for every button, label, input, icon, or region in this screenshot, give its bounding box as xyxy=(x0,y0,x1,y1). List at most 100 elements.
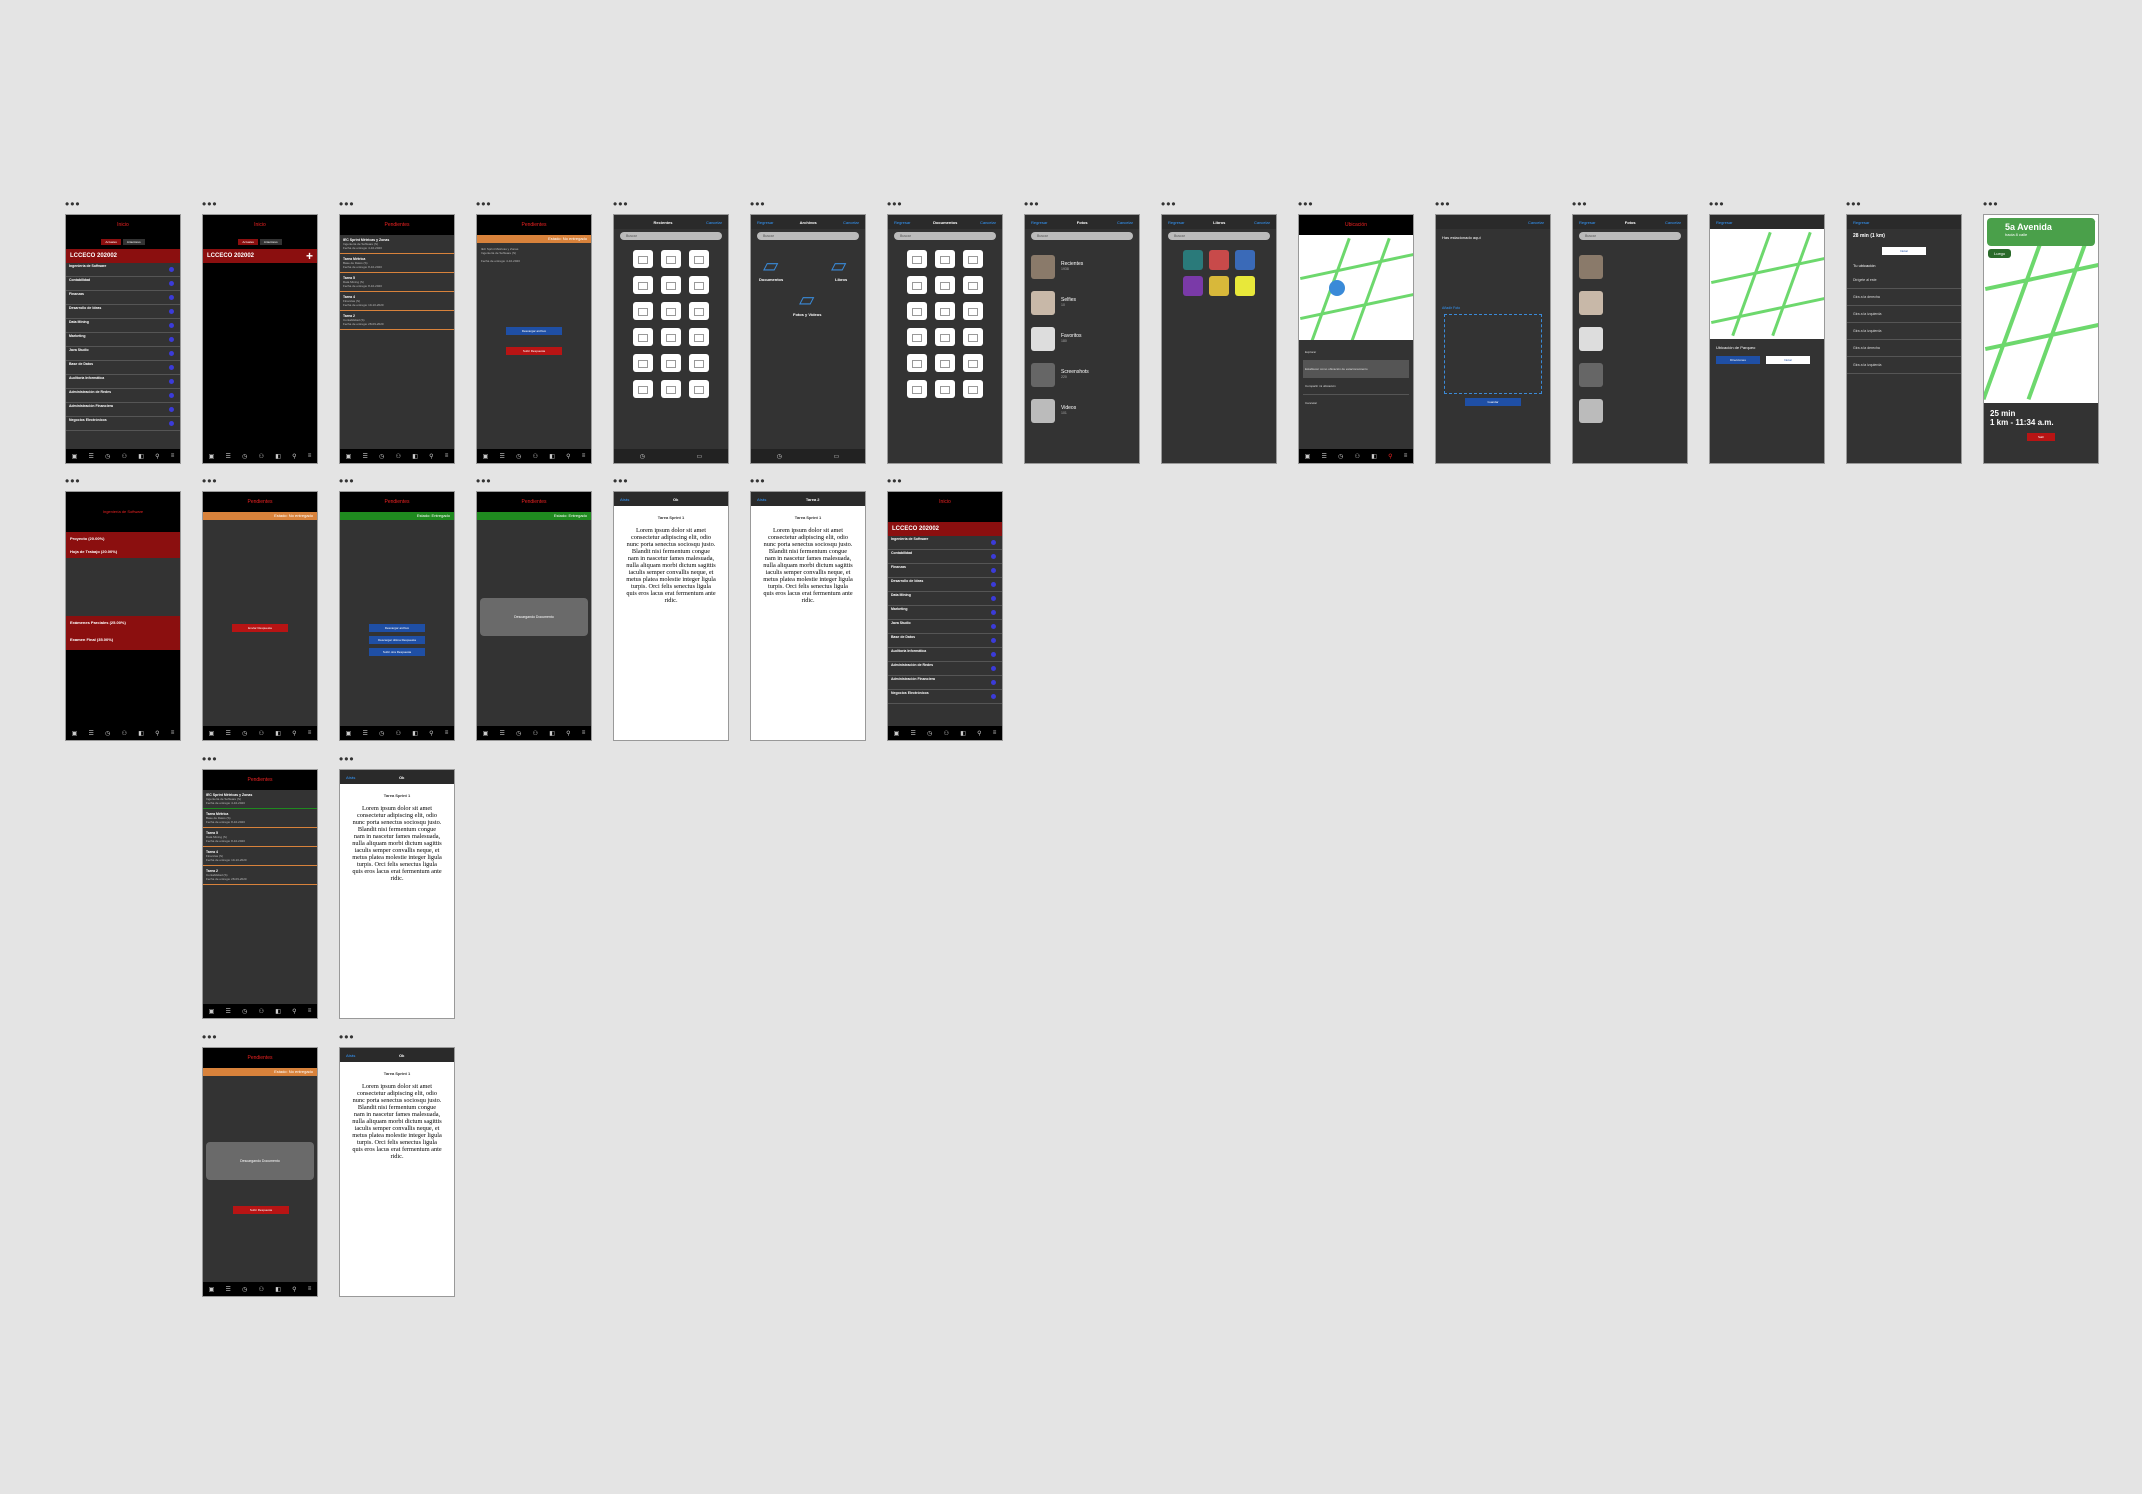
people-icon[interactable]: ⚇ xyxy=(259,730,264,737)
map-pin-icon[interactable]: ⚲ xyxy=(429,453,433,460)
file-item[interactable] xyxy=(935,380,955,398)
list-item[interactable]: Administración de Redes xyxy=(66,389,180,403)
back-button[interactable]: Regresar xyxy=(1853,220,1869,225)
search-input[interactable]: Buscar xyxy=(1031,232,1133,240)
book-cover[interactable] xyxy=(1183,276,1203,296)
map[interactable] xyxy=(1710,229,1824,339)
send-button[interactable]: Enviar Respuesta xyxy=(232,624,288,632)
exit-button[interactable]: Salir xyxy=(2027,433,2055,441)
cancel-button[interactable]: Cancelar xyxy=(1254,220,1270,225)
recent-icon[interactable]: ◷ xyxy=(777,453,782,460)
file-item[interactable] xyxy=(633,328,653,346)
clock-icon[interactable]: ◷ xyxy=(927,730,932,737)
book-icon[interactable]: ◧ xyxy=(549,453,555,460)
clock-icon[interactable]: ◷ xyxy=(379,453,384,460)
list-item[interactable]: Administración Financiera xyxy=(66,403,180,417)
book-icon[interactable]: ◧ xyxy=(138,730,144,737)
file-item[interactable] xyxy=(935,328,955,346)
album-thumb[interactable] xyxy=(1579,327,1603,351)
task-card[interactable]: Tarea 2 Contabilidad (S) Fecha de entrega:… xyxy=(340,311,454,330)
album-selfies[interactable]: Selfies 10 xyxy=(1061,297,1076,307)
list-item[interactable]: Marketing xyxy=(888,606,1002,620)
home-icon[interactable]: ▣ xyxy=(209,453,215,460)
tab-actuales[interactable]: Actuales xyxy=(238,239,258,245)
clock-icon[interactable]: ◷ xyxy=(516,453,521,460)
clock-icon[interactable]: ◷ xyxy=(105,730,110,737)
list-icon[interactable]: ☰ xyxy=(226,453,231,460)
list-item[interactable]: Contabilidad xyxy=(66,277,180,291)
album-thumb[interactable] xyxy=(1579,291,1603,315)
photo-dropzone[interactable] xyxy=(1444,314,1542,394)
folder-icon[interactable]: ▱ xyxy=(763,253,778,278)
clock-icon[interactable]: ◷ xyxy=(242,730,247,737)
clock-icon[interactable]: ◷ xyxy=(242,453,247,460)
search-input[interactable]: Buscar xyxy=(1168,232,1270,240)
folder-libros[interactable]: Libros xyxy=(835,277,847,282)
back-button[interactable]: Atrás xyxy=(346,1053,355,1058)
chevron-icon[interactable] xyxy=(991,554,996,559)
list-item[interactable]: Administración Financiera xyxy=(888,676,1002,690)
people-icon[interactable]: ⚇ xyxy=(122,453,127,460)
upload-button[interactable]: Subir Respuesta xyxy=(506,347,562,355)
task-card[interactable]: Tarea 4 Finanzas (S) Fecha de entrega: 19-… xyxy=(203,847,317,866)
cancel-button[interactable]: Cancelar xyxy=(706,220,722,225)
list-icon[interactable]: ☰ xyxy=(500,730,505,737)
back-button[interactable]: Regresar xyxy=(1168,220,1184,225)
back-button[interactable]: Atrás xyxy=(757,497,766,502)
recent-icon[interactable]: ◷ xyxy=(640,453,645,460)
chevron-icon[interactable] xyxy=(169,295,174,300)
book-icon[interactable]: ◧ xyxy=(412,730,418,737)
map-pin-icon[interactable]: ⚲ xyxy=(292,1286,296,1293)
book-icon[interactable]: ◧ xyxy=(275,453,281,460)
book-cover[interactable] xyxy=(1209,250,1229,270)
task-card[interactable]: Tarea 4 Finanzas (S) Fecha de entrega: 19-… xyxy=(340,292,454,311)
file-item[interactable] xyxy=(689,276,709,294)
tab-anteriores[interactable]: Anteriores xyxy=(259,239,282,245)
map-pin-icon[interactable]: ⚲ xyxy=(1388,453,1392,460)
list-icon[interactable]: ☰ xyxy=(226,730,231,737)
album-screenshots[interactable]: Screenshots 220 xyxy=(1061,369,1089,379)
list-item[interactable]: Java Studio xyxy=(888,620,1002,634)
file-item[interactable] xyxy=(963,250,983,268)
save-button[interactable]: Guardar xyxy=(1465,398,1521,406)
home-icon[interactable]: ▣ xyxy=(894,730,900,737)
album-thumb[interactable] xyxy=(1031,327,1055,351)
file-item[interactable] xyxy=(633,250,653,268)
file-item[interactable] xyxy=(963,302,983,320)
upload-other-button[interactable]: Subir otra Respuesta xyxy=(369,648,425,656)
menu-explorar[interactable]: Explorar xyxy=(1303,344,1409,361)
people-icon[interactable]: ⚇ xyxy=(259,1286,264,1293)
course-header[interactable]: LCCECO 202002 + xyxy=(203,249,317,263)
home-icon[interactable]: ▣ xyxy=(483,730,489,737)
clock-icon[interactable]: ◷ xyxy=(242,1008,247,1015)
file-item[interactable] xyxy=(661,380,681,398)
list-item[interactable]: Contabilidad xyxy=(888,550,1002,564)
task-card[interactable]: Tarea Métrica Base de Datos (S) Fecha de e… xyxy=(340,254,454,273)
book-icon[interactable]: ◧ xyxy=(1371,453,1377,460)
upload-button[interactable]: Subir Respuesta xyxy=(233,1206,289,1214)
book-cover[interactable] xyxy=(1235,276,1255,296)
list-icon[interactable]: ☰ xyxy=(911,730,916,737)
tab-anteriores[interactable]: Anteriores xyxy=(122,239,145,245)
chevron-icon[interactable] xyxy=(169,281,174,286)
chevron-icon[interactable] xyxy=(169,323,174,328)
menu-compartir[interactable]: Compartir mi ubicación xyxy=(1303,378,1409,395)
home-icon[interactable]: ▣ xyxy=(209,730,215,737)
back-button[interactable]: Regresar xyxy=(1031,220,1047,225)
book-icon[interactable]: ◧ xyxy=(138,453,144,460)
file-item[interactable] xyxy=(689,354,709,372)
task-card[interactable]: Tarea 5 Data Mining (S) Fecha de entrega: … xyxy=(340,273,454,292)
clock-icon[interactable]: ◷ xyxy=(242,1286,247,1293)
menu-icon[interactable]: ≡ xyxy=(308,453,312,459)
grade-row[interactable]: Examen Final (35.00%) xyxy=(66,629,180,650)
file-item[interactable] xyxy=(935,302,955,320)
chevron-icon[interactable] xyxy=(991,652,996,657)
folder-icon[interactable]: ▱ xyxy=(831,253,846,278)
album-thumb[interactable] xyxy=(1579,363,1603,387)
home-icon[interactable]: ▣ xyxy=(209,1008,215,1015)
clock-icon[interactable]: ◷ xyxy=(1338,453,1343,460)
home-icon[interactable]: ▣ xyxy=(483,453,489,460)
map-pin-icon[interactable]: ⚲ xyxy=(292,1008,296,1015)
grade-row[interactable]: Hoja de Trabajo (20.00%) xyxy=(66,545,180,558)
list-item[interactable]: Negocios Electrónicos xyxy=(888,690,1002,704)
